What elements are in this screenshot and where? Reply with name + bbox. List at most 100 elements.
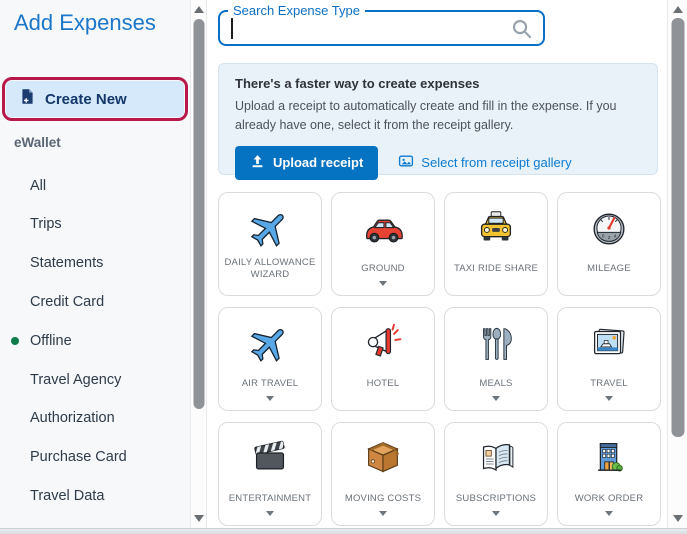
scroll-up-arrow-icon[interactable] bbox=[194, 6, 204, 13]
expense-tile-daily-allowance-wizard[interactable]: DAILY ALLOWANCE WIZARD bbox=[218, 192, 322, 296]
banner-actions: Upload receipt Select from receipt galle… bbox=[235, 146, 641, 180]
text-caret bbox=[231, 18, 233, 39]
upload-receipt-button[interactable]: Upload receipt bbox=[235, 146, 378, 180]
sidebar-scrollbar-thumb[interactable] bbox=[193, 19, 204, 409]
expense-tile-label: ENTERTAINMENT bbox=[229, 487, 311, 511]
select-from-gallery-link[interactable]: Select from receipt gallery bbox=[398, 153, 571, 172]
chevron-down-shape bbox=[492, 511, 500, 516]
expense-tile-ground[interactable]: GROUND bbox=[331, 192, 435, 296]
chevron-down-icon[interactable] bbox=[605, 396, 613, 406]
sidebar-item-label: Travel Agency bbox=[30, 372, 121, 388]
svg-text:4: 4 bbox=[614, 234, 617, 239]
sidebar-scrollbar bbox=[190, 0, 207, 528]
building-icon bbox=[586, 431, 632, 487]
sidebar: Add Expenses Create New eWallet All Trips… bbox=[0, 0, 190, 528]
scroll-down-arrow-icon[interactable] bbox=[673, 515, 683, 522]
expense-tile-travel[interactable]: TRAVEL bbox=[557, 307, 661, 411]
photo-icon bbox=[586, 316, 632, 372]
banner-title: There's a faster way to create expenses bbox=[235, 76, 641, 91]
scroll-down-arrow-icon[interactable] bbox=[194, 515, 204, 522]
expense-tile-label: DAILY ALLOWANCE WIZARD bbox=[222, 257, 318, 281]
faster-way-banner: There's a faster way to create expenses … bbox=[218, 63, 658, 175]
sidebar-item-travel-data[interactable]: Travel Data bbox=[0, 476, 188, 515]
sidebar-item-trips[interactable]: Trips bbox=[0, 205, 188, 244]
page-title: Add Expenses bbox=[14, 10, 156, 36]
image-gallery-icon bbox=[398, 153, 414, 172]
sidebar-item-purchase-card[interactable]: Purchase Card bbox=[0, 438, 188, 477]
expense-tile-air-travel[interactable]: AIR TRAVEL bbox=[218, 307, 322, 411]
chevron-down-icon[interactable] bbox=[492, 511, 500, 521]
expense-tile-label: TRAVEL bbox=[590, 372, 627, 396]
expense-tile-work-order[interactable]: WORK ORDER bbox=[557, 422, 661, 526]
add-expenses-panel: Add Expenses Create New eWallet All Trips… bbox=[0, 0, 687, 534]
expense-tile-label: AIR TRAVEL bbox=[242, 372, 299, 396]
sidebar-item-statements[interactable]: Statements bbox=[0, 244, 188, 283]
sidebar-item-offline[interactable]: Offline bbox=[0, 321, 188, 360]
megaphone-icon bbox=[360, 316, 406, 372]
expense-tile-label: HOTEL bbox=[367, 372, 400, 396]
search-input[interactable] bbox=[220, 12, 543, 44]
chevron-down-icon[interactable] bbox=[379, 281, 387, 291]
annotation-highlight-box: Create New bbox=[2, 77, 188, 121]
box-icon bbox=[360, 431, 406, 487]
search-icon[interactable] bbox=[510, 17, 533, 45]
banner-body: Upload a receipt to automatically create… bbox=[235, 97, 641, 135]
main-scrollbar bbox=[667, 0, 687, 528]
car-icon bbox=[360, 201, 406, 257]
sidebar-item-label: Statements bbox=[30, 255, 103, 271]
chevron-down-shape bbox=[605, 511, 613, 516]
expense-tile-label: SUBSCRIPTIONS bbox=[456, 487, 536, 511]
gallery-link-label: Select from receipt gallery bbox=[421, 155, 571, 170]
sidebar-item-credit-card[interactable]: Credit Card bbox=[0, 282, 188, 321]
sidebar-item-label: All bbox=[30, 178, 46, 194]
chevron-down-icon[interactable] bbox=[266, 511, 274, 521]
scroll-up-arrow-icon[interactable] bbox=[673, 6, 683, 13]
expense-tile-mileage[interactable]: 024MILEAGE bbox=[557, 192, 661, 296]
airplane-icon bbox=[248, 316, 292, 372]
expense-tile-label: GROUND bbox=[361, 257, 404, 281]
expense-tile-moving-costs[interactable]: MOVING COSTS bbox=[331, 422, 435, 526]
sidebar-item-label: Offline bbox=[30, 333, 72, 349]
chevron-down-shape bbox=[492, 396, 500, 401]
chevron-down-icon[interactable] bbox=[379, 511, 387, 521]
expense-tile-subscriptions[interactable]: SUBSCRIPTIONS bbox=[444, 422, 548, 526]
sidebar-item-label: Create New bbox=[45, 91, 127, 108]
speedometer-icon: 024 bbox=[586, 201, 632, 257]
chevron-down-shape bbox=[379, 511, 387, 516]
sidebar-item-all[interactable]: All bbox=[0, 166, 188, 205]
expense-tile-label: MOVING COSTS bbox=[345, 487, 421, 511]
window-bottom-edge bbox=[0, 528, 687, 534]
sidebar-item-label: Trips bbox=[30, 216, 62, 232]
sidebar-item-label: Travel Data bbox=[30, 488, 104, 504]
sidebar-item-travel-agency[interactable]: Travel Agency bbox=[0, 360, 188, 399]
expense-tile-label: MILEAGE bbox=[587, 257, 631, 281]
upload-icon bbox=[250, 154, 265, 172]
chevron-down-icon[interactable] bbox=[492, 396, 500, 406]
expense-tile-meals[interactable]: MEALS bbox=[444, 307, 548, 411]
search-expense-type-field[interactable]: Search Expense Type bbox=[218, 10, 545, 46]
chevron-down-shape bbox=[379, 281, 387, 286]
sidebar-item-label: Authorization bbox=[30, 410, 115, 426]
utensils-icon bbox=[473, 316, 519, 372]
main-scrollbar-thumb[interactable] bbox=[671, 18, 684, 437]
open-book-icon bbox=[473, 431, 519, 487]
expense-tile-label: WORK ORDER bbox=[575, 487, 644, 511]
expense-tile-entertainment[interactable]: ENTERTAINMENT bbox=[218, 422, 322, 526]
expense-tile-hotel[interactable]: HOTEL bbox=[331, 307, 435, 411]
chevron-down-shape bbox=[605, 396, 613, 401]
chevron-down-icon[interactable] bbox=[266, 396, 274, 406]
expense-type-grid: DAILY ALLOWANCE WIZARD GROUND TAXI RIDE SH… bbox=[218, 192, 661, 526]
sidebar-section-ewallet: eWallet bbox=[14, 135, 61, 150]
chevron-down-shape bbox=[266, 396, 274, 401]
sidebar-item-create-new[interactable]: Create New bbox=[6, 81, 184, 117]
svg-text:0: 0 bbox=[602, 234, 605, 239]
sidebar-item-label: Purchase Card bbox=[30, 449, 127, 465]
sidebar-item-authorization[interactable]: Authorization bbox=[0, 399, 188, 438]
chevron-down-icon[interactable] bbox=[605, 511, 613, 521]
airplane-icon bbox=[248, 201, 292, 257]
chevron-down-shape bbox=[266, 511, 274, 516]
upload-receipt-label: Upload receipt bbox=[273, 155, 363, 170]
sidebar-item-label: Credit Card bbox=[30, 294, 104, 310]
expense-tile-taxi-ride-share[interactable]: TAXI RIDE SHARE bbox=[444, 192, 548, 296]
svg-text:2: 2 bbox=[608, 235, 611, 240]
